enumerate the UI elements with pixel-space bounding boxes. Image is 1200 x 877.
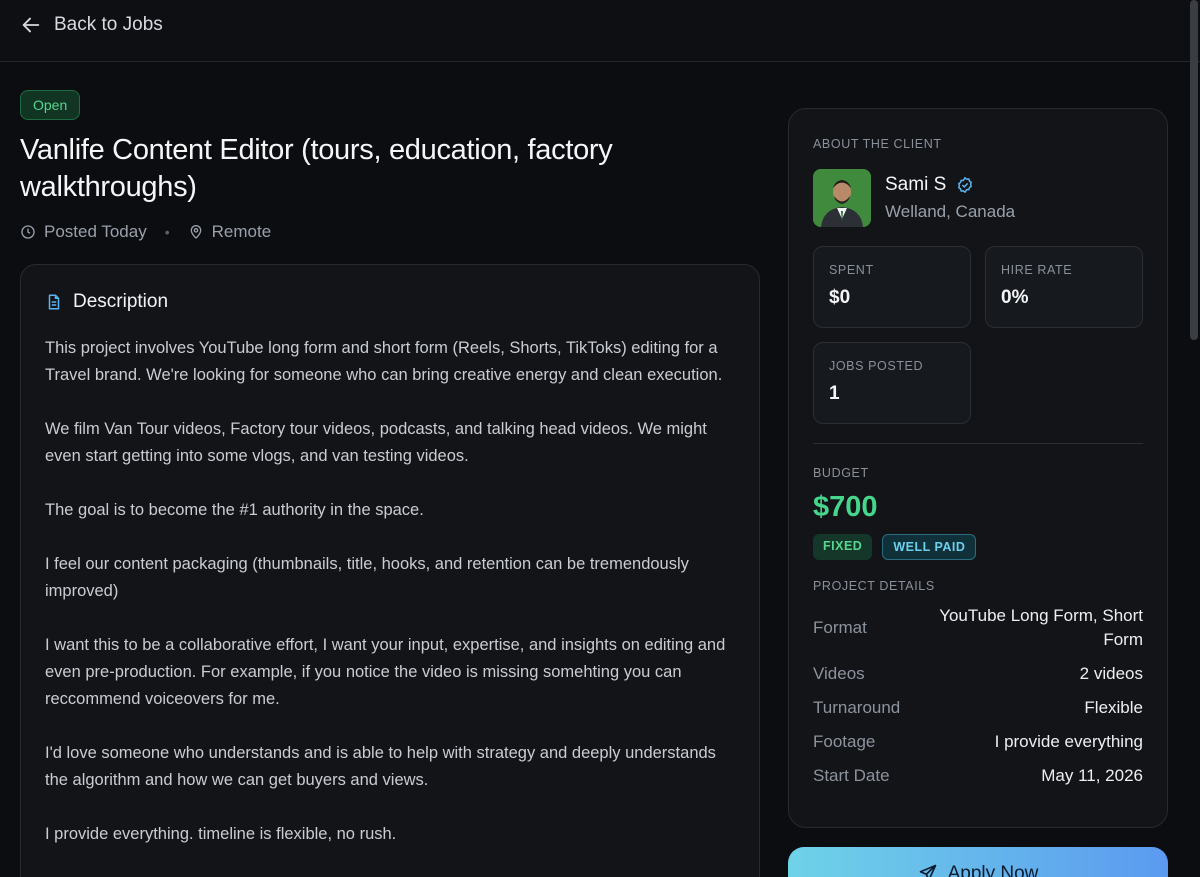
client-name: Sami S [885, 174, 947, 195]
divider [813, 443, 1143, 444]
description-heading: Description [73, 291, 169, 312]
back-label: Back to Jobs [54, 14, 163, 35]
arrow-left-icon [22, 17, 40, 33]
verified-badge-icon [958, 176, 973, 194]
status-badge: Open [20, 90, 81, 120]
description-paragraph: I want this to be a collaborative effort… [45, 636, 726, 708]
description-card: Description This project involves YouTub… [20, 264, 760, 877]
description-paragraph: I'd love someone who understands and is … [45, 744, 716, 789]
description-paragraph: The goal is to become the #1 authority i… [45, 501, 424, 519]
apply-now-button[interactable]: Apply Now [788, 847, 1168, 877]
posted-text: Posted Today [44, 222, 147, 241]
meta-separator: • [164, 224, 170, 240]
stat-value: 0% [1001, 287, 1029, 308]
job-main: Open Vanlife Content Editor (tours, educ… [20, 90, 760, 877]
document-icon [48, 294, 60, 310]
map-pin-icon [190, 225, 201, 239]
clock-icon [21, 225, 35, 239]
budget-tags: FIXED WELL PAID [813, 534, 977, 560]
send-icon [919, 864, 936, 877]
stat-label: SPENT [829, 263, 874, 277]
job-title: Vanlife Content Editor (tours, education… [20, 134, 613, 203]
well-paid-tag: WELL PAID [882, 534, 977, 560]
detail-value: I provide everything [994, 732, 1143, 751]
location-meta: Remote [188, 222, 272, 242]
detail-row-videos: Videos 2 videos [813, 662, 1143, 686]
client-name-row: Sami S [885, 174, 1015, 196]
detail-key: Turnaround [813, 698, 901, 717]
job-meta: Posted Today • Remote [20, 222, 760, 242]
detail-row-turnaround: Turnaround Flexible [813, 696, 1143, 720]
detail-value: Flexible [1084, 698, 1143, 717]
detail-key: Start Date [813, 766, 890, 785]
detail-value: 2 videos [1079, 664, 1143, 683]
about-client-label: ABOUT THE CLIENT [813, 137, 942, 151]
client-info: Sami S Welland, Canada [885, 174, 1015, 222]
detail-row-footage: Footage I provide everything [813, 730, 1143, 754]
page-scrollbar[interactable] [1190, 0, 1198, 340]
stat-jobs-posted: JOBS POSTED 1 [813, 342, 971, 424]
back-to-jobs-link[interactable]: Back to Jobs [20, 14, 163, 36]
description-paragraph: I provide everything. timeline is flexib… [45, 825, 397, 843]
project-details-label: PROJECT DETAILS [813, 579, 935, 593]
description-body: This project involves YouTube long form … [45, 335, 735, 848]
description-header: Description [45, 291, 735, 313]
location-text: Remote [211, 222, 272, 241]
description-paragraph: We film Van Tour videos, Factory tour vi… [45, 420, 707, 465]
detail-key: Footage [813, 732, 876, 751]
avatar-photo [813, 169, 871, 227]
client-profile[interactable]: Sami S Welland, Canada [813, 169, 1015, 227]
client-location: Welland, Canada [885, 202, 1016, 221]
fixed-tag: FIXED [813, 534, 873, 560]
detail-key: Videos [813, 664, 865, 683]
stat-spent: SPENT $0 [813, 246, 971, 328]
description-paragraph: This project involves YouTube long form … [45, 339, 723, 384]
stat-label: JOBS POSTED [829, 359, 924, 373]
project-details-list: Format YouTube Long Form, Short Form Vid… [813, 604, 1143, 798]
avatar [813, 169, 871, 227]
detail-row-format: Format YouTube Long Form, Short Form [813, 604, 1143, 652]
stat-label: HIRE RATE [1001, 263, 1073, 277]
detail-value: YouTube Long Form, Short Form [939, 606, 1143, 649]
posted-meta: Posted Today [20, 222, 147, 242]
apply-label: Apply Now [947, 863, 1039, 877]
stat-hire-rate: HIRE RATE 0% [985, 246, 1143, 328]
detail-key: Format [813, 618, 867, 637]
description-paragraph: I feel our content packaging (thumbnails… [45, 555, 689, 600]
detail-value: May 11, 2026 [1041, 766, 1143, 785]
budget-label: BUDGET [813, 466, 869, 480]
top-bar: Back to Jobs [0, 0, 1200, 62]
detail-row-start-date: Start Date May 11, 2026 [813, 764, 1143, 788]
client-sidebar: ABOUT THE CLIENT Sami S Welland, Canada … [788, 108, 1168, 828]
stat-value: $0 [829, 287, 851, 308]
budget-amount: $700 [813, 491, 878, 523]
stat-value: 1 [829, 383, 840, 404]
